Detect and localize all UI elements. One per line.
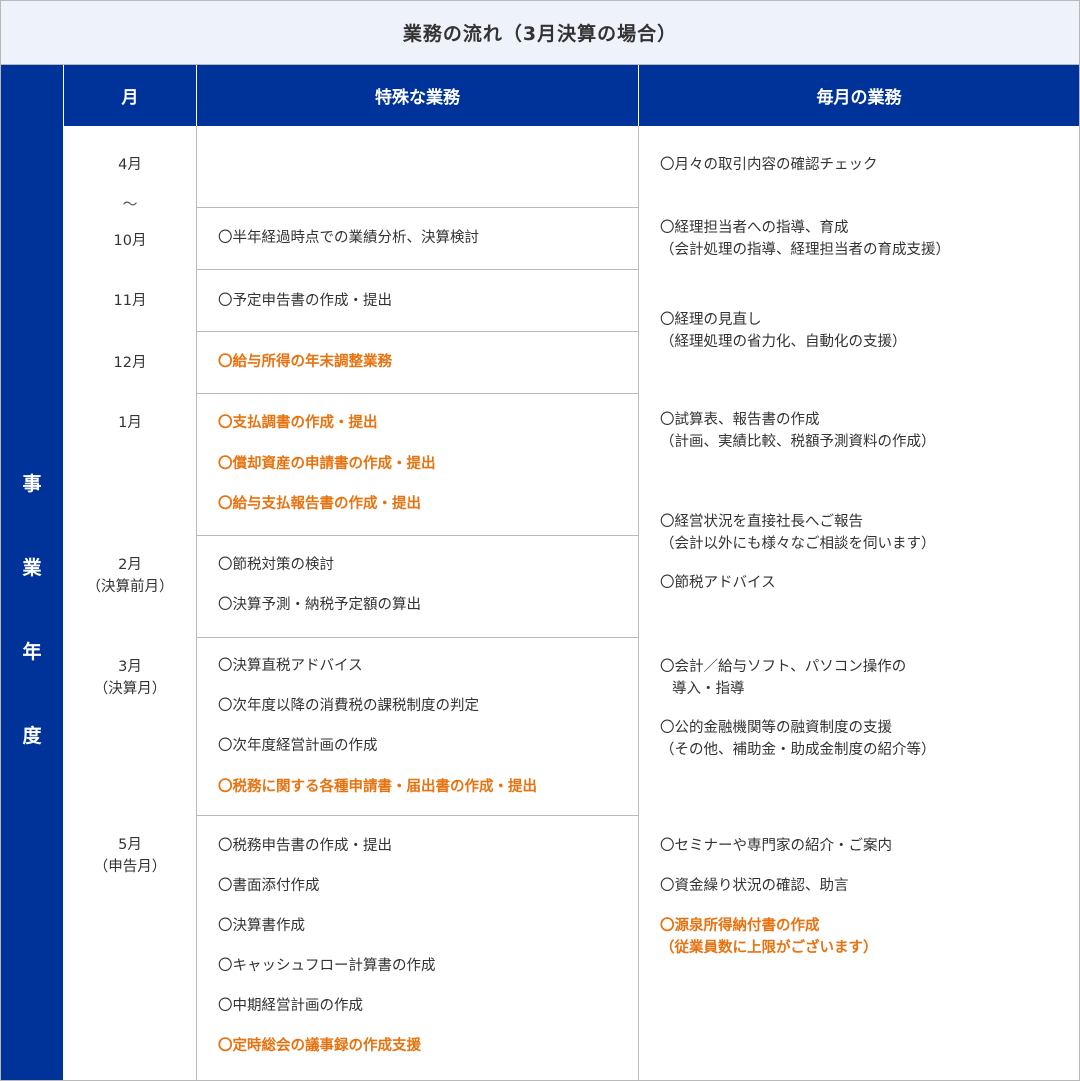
monthly-task-note: （会計以外にも様々なご相談を伺います）	[660, 536, 936, 552]
special-task-item: 〇決算予測・納税予定額の算出	[218, 597, 421, 613]
monthly-task-item: 〇会計／給与ソフト、パソコン操作の	[660, 659, 907, 675]
special-task-item: 〇決算書作成	[218, 918, 305, 934]
monthly-task-item: 〇月々の取引内容の確認チェック	[660, 157, 878, 173]
row-divider	[197, 207, 638, 208]
special-task-item: 〇税務申告書の作成・提出	[218, 838, 392, 854]
special-task-item: 〇決算直税アドバイス	[218, 658, 363, 674]
month-april: 4月	[118, 157, 142, 173]
special-task-item: 〇キャッシュフロー計算書の作成	[218, 958, 436, 974]
monthly-task-item: 〇試算表、報告書の作成	[660, 412, 820, 428]
special-task-item-highlight: 〇定時総会の議事録の作成支援	[218, 1038, 421, 1054]
month-november: 11月	[113, 293, 147, 309]
header-monthly-tasks: 毎月の業務	[639, 65, 1079, 126]
row-divider	[197, 637, 638, 638]
fiscal-year-side-label: 事 業 年 度	[1, 65, 63, 1080]
special-task-item: 〇次年度以降の消費税の課税制度の判定	[218, 698, 479, 714]
special-task-item-highlight: 〇給与所得の年末調整業務	[218, 354, 392, 370]
special-task-item: 〇半年経過時点での業績分析、決算検討	[218, 230, 479, 246]
special-task-item-highlight: 〇給与支払報告書の作成・提出	[218, 496, 421, 512]
month-october: 10月	[113, 233, 147, 249]
side-label-char: 業	[22, 557, 42, 579]
row-divider	[197, 269, 638, 270]
monthly-task-item-highlight: 〇源泉所得納付書の作成	[660, 918, 820, 934]
month-march-note: （決算月）	[93, 681, 167, 697]
row-divider	[197, 535, 638, 536]
monthly-task-note: （その他、補助金・助成金制度の紹介等）	[660, 742, 936, 758]
row-divider	[197, 393, 638, 394]
month-march: 3月	[118, 659, 142, 675]
monthly-task-note: （経理処理の省力化、自動化の支援）	[660, 334, 907, 350]
table-title: 業務の流れ（3月決算の場合）	[1, 1, 1079, 65]
side-label-char: 事	[22, 473, 42, 495]
monthly-task-item: 〇資金繰り状況の確認、助言	[660, 878, 849, 894]
side-label-char: 度	[22, 725, 42, 747]
header-special-tasks: 特殊な業務	[197, 65, 638, 126]
header-divider	[196, 65, 197, 126]
column-divider	[638, 126, 639, 1080]
month-january: 1月	[118, 415, 142, 431]
row-divider	[197, 815, 638, 816]
monthly-task-note: 導入・指導	[672, 681, 745, 697]
month-may-note: （申告月）	[93, 859, 167, 875]
special-task-item: 〇予定申告書の作成・提出	[218, 293, 392, 309]
monthly-task-note: （計画、実績比較、税額予測資料の作成）	[660, 434, 936, 450]
monthly-task-item: 〇公的金融機関等の融資制度の支援	[660, 720, 892, 736]
header-divider	[638, 65, 639, 126]
monthly-task-item: 〇経理担当者への指導、育成	[660, 220, 849, 236]
month-may: 5月	[118, 837, 142, 853]
monthly-task-note-highlight: （従業員数に上限がございます）	[660, 940, 878, 956]
month-december: 12月	[113, 355, 147, 371]
row-divider	[197, 331, 638, 332]
monthly-task-item: 〇節税アドバイス	[660, 575, 776, 591]
special-task-item-highlight: 〇税務に関する各種申請書・届出書の作成・提出	[218, 779, 537, 795]
month-range-tilde: ～	[122, 195, 138, 213]
special-task-item-highlight: 〇支払調書の作成・提出	[218, 415, 378, 431]
monthly-task-item: 〇経営状況を直接社長へご報告	[660, 514, 863, 530]
month-february-note: （決算前月）	[86, 579, 174, 595]
business-flow-table: 業務の流れ（3月決算の場合） 事 業 年 度 月 特殊な業務 毎月の業務 4月 …	[0, 0, 1080, 1081]
header-month: 月	[64, 65, 196, 126]
special-task-item-highlight: 〇償却資産の申請書の作成・提出	[218, 456, 436, 472]
special-task-item: 〇次年度経営計画の作成	[218, 738, 378, 754]
monthly-task-item: 〇経理の見直し	[660, 312, 762, 328]
month-february: 2月	[118, 557, 142, 573]
special-task-item: 〇中期経営計画の作成	[218, 998, 363, 1014]
side-label-char: 年	[22, 641, 42, 663]
monthly-task-note: （会計処理の指導、経理担当者の育成支援）	[660, 242, 950, 258]
special-task-item: 〇節税対策の検討	[218, 557, 334, 573]
special-task-item: 〇書面添付作成	[218, 878, 320, 894]
monthly-task-item: 〇セミナーや専門家の紹介・ご案内	[660, 838, 892, 854]
